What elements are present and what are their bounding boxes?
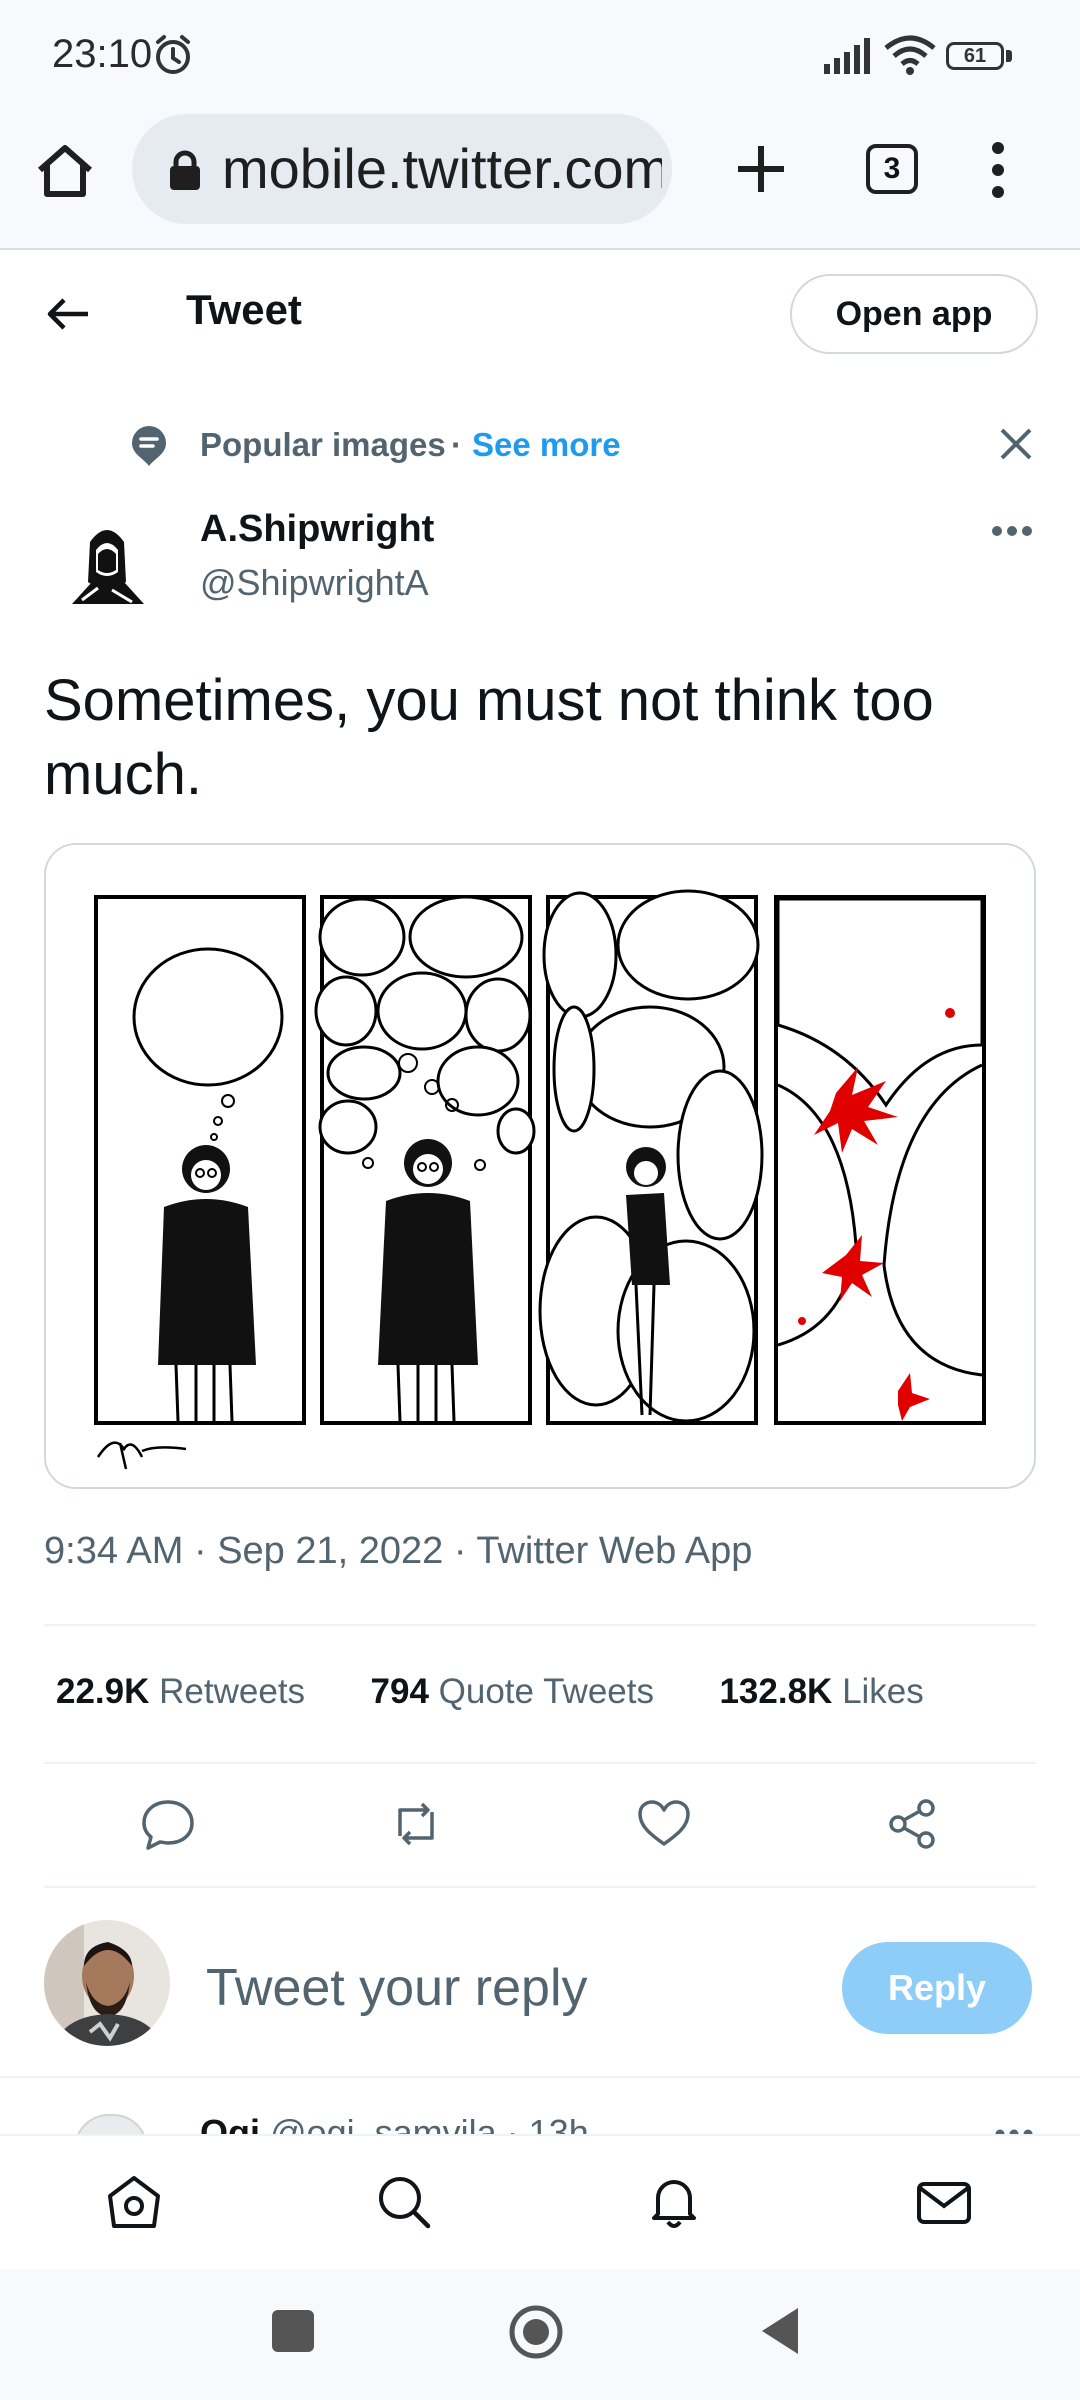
author-name[interactable]: A.Shipwright	[200, 508, 434, 551]
author-handle[interactable]: @ShipwrightA	[200, 562, 429, 604]
recent-apps-button[interactable]	[272, 2310, 314, 2352]
tab-switcher-button[interactable]: 3	[866, 144, 918, 194]
open-app-button[interactable]: Open app	[790, 274, 1038, 354]
quote-tweets-label: Quote Tweets	[438, 1672, 654, 1711]
tweet-text: Sometimes, you must not think too much.	[44, 668, 934, 807]
context-label: Popular images	[200, 426, 446, 463]
like-icon[interactable]	[636, 1796, 692, 1852]
wifi-icon	[884, 35, 936, 75]
notifications-icon[interactable]	[644, 2172, 704, 2232]
battery-tip	[1006, 50, 1012, 62]
reply-author-avatar[interactable]	[74, 2114, 148, 2136]
likes-count: 132.8K	[719, 1672, 833, 1711]
messages-icon[interactable]	[914, 2172, 974, 2232]
close-icon[interactable]	[998, 426, 1034, 462]
status-time: 23:10	[52, 32, 153, 76]
likes-stat[interactable]: 132.8K Likes	[719, 1672, 923, 1711]
comic-panel-3	[538, 889, 764, 1425]
alarm-icon	[156, 35, 190, 74]
reply-icon[interactable]	[140, 1796, 196, 1852]
signal-icon	[824, 38, 870, 74]
browser-menu-icon[interactable]	[990, 140, 1006, 200]
divider	[44, 1886, 1036, 1888]
see-more-link[interactable]: See more	[472, 426, 621, 464]
tweet-stats: 22.9K Retweets 794 Quote Tweets 132.8K L…	[56, 1672, 924, 1712]
comic-panel-2	[314, 895, 536, 1425]
retweets-label: Retweets	[159, 1672, 306, 1711]
more-options-icon[interactable]	[990, 524, 1034, 538]
home-icon[interactable]	[104, 2172, 164, 2232]
new-tab-icon[interactable]	[734, 142, 788, 196]
reply-button[interactable]: Reply	[842, 1942, 1032, 2034]
quote-tweets-stat[interactable]: 794 Quote Tweets	[371, 1672, 654, 1711]
quote-tweets-count: 794	[370, 1672, 429, 1711]
context-separator: ·	[451, 426, 462, 463]
retweets-count: 22.9K	[56, 1672, 150, 1711]
reply-input[interactable]: Tweet your reply	[206, 1958, 588, 2018]
browser-home-icon[interactable]	[34, 140, 96, 202]
divider	[44, 1624, 1036, 1626]
reply-author-name[interactable]: Ogi	[200, 2112, 260, 2136]
tweet-image[interactable]	[44, 843, 1036, 1489]
back-nav-button[interactable]	[758, 2306, 802, 2356]
user-avatar[interactable]	[44, 1920, 170, 2046]
page-title: Tweet	[186, 286, 302, 333]
reply-time: 13h	[528, 2112, 589, 2136]
divider	[44, 1762, 1036, 1764]
back-arrow-icon[interactable]	[44, 290, 92, 338]
share-icon[interactable]	[884, 1796, 940, 1852]
reply-author-handle[interactable]: @ogi_samvila	[270, 2112, 497, 2136]
home-nav-button[interactable]	[508, 2304, 564, 2360]
retweet-icon[interactable]	[388, 1796, 444, 1852]
author-avatar[interactable]	[52, 512, 162, 622]
likes-label: Likes	[842, 1672, 924, 1711]
comic-strip-illustration	[46, 845, 1034, 1487]
explore-icon[interactable]	[374, 2172, 434, 2232]
tweet-timestamp[interactable]: 9:34 AM · Sep 21, 2022 · Twitter Web App	[44, 1530, 752, 1573]
lock-icon	[170, 150, 200, 190]
comic-panel-4	[774, 895, 986, 1425]
battery-indicator: 61	[946, 42, 1004, 70]
url-text: mobile.twitter.com	[222, 137, 662, 200]
popular-topic-icon	[132, 426, 166, 466]
comic-panel-1	[94, 895, 306, 1425]
next-reply-preview[interactable]: Ogi @ogi_samvila · 13h	[0, 2076, 1080, 2136]
retweets-stat[interactable]: 22.9K Retweets	[56, 1672, 305, 1711]
